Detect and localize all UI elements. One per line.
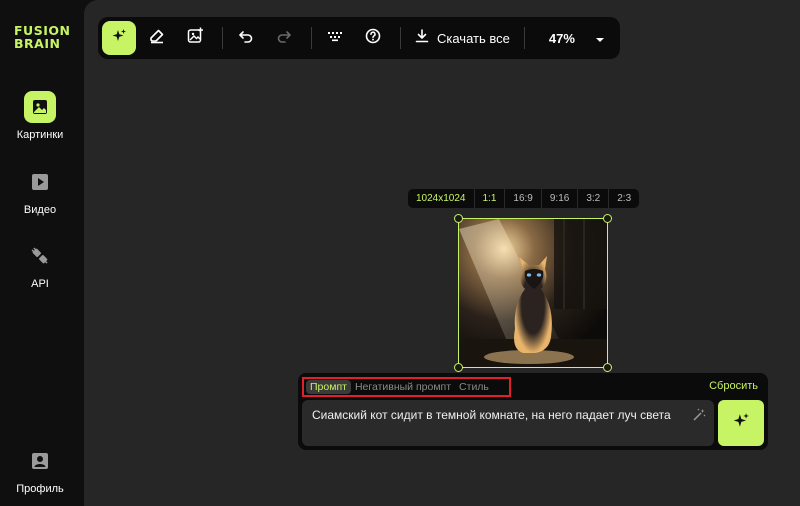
toolbar-divider [222, 27, 223, 49]
tab-negative-prompt[interactable]: Негативный промпт [351, 380, 455, 394]
ratio-16-9[interactable]: 16:9 [505, 189, 542, 208]
image-icon [24, 91, 56, 123]
help-icon [365, 28, 381, 49]
download-icon [415, 28, 429, 48]
resize-handle-top-left[interactable] [454, 214, 463, 223]
ratio-9-16[interactable]: 9:16 [542, 189, 579, 208]
sidebar-item-profile[interactable]: Профиль [0, 445, 80, 495]
keyboard-icon [327, 29, 343, 47]
sidebar-item-api[interactable]: API [0, 240, 80, 290]
zoom-select[interactable]: 47% [531, 21, 613, 55]
plug-icon [24, 240, 56, 272]
redo-icon [276, 28, 292, 49]
reset-button[interactable]: Сбросить [709, 380, 758, 392]
prompt-text: Сиамский кот сидит в темной комнате, на … [312, 408, 671, 422]
sidebar-item-label: API [31, 278, 49, 290]
undo-icon [238, 28, 254, 49]
sidebar-item-video[interactable]: Видео [0, 166, 80, 216]
tab-style[interactable]: Стиль [455, 380, 493, 394]
siamese-cat-image [459, 219, 607, 367]
tab-prompt[interactable]: Промпт [306, 380, 351, 394]
sidebar: FUSION BRAIN Картинки Видео API Профиль [0, 0, 80, 506]
eraser-button[interactable] [140, 21, 174, 55]
ratio-3-2[interactable]: 3:2 [578, 189, 610, 208]
resize-handle-top-right[interactable] [603, 214, 612, 223]
prompt-input[interactable]: Сиамский кот сидит в темной комнате, на … [302, 400, 714, 446]
resize-handle-bottom-left[interactable] [454, 363, 463, 372]
generate-button[interactable] [718, 400, 764, 446]
sidebar-item-label: Видео [23, 204, 57, 216]
aspect-ratio-bar: 1024x1024 1:1 16:9 9:16 3:2 2:3 [408, 189, 640, 208]
add-image-button[interactable] [178, 21, 212, 55]
profile-icon [24, 445, 56, 477]
undo-button[interactable] [229, 21, 263, 55]
redo-button[interactable] [267, 21, 301, 55]
add-image-icon [187, 27, 204, 49]
sparkle-icon [111, 28, 127, 49]
sidebar-item-images[interactable]: Картинки [0, 91, 80, 141]
eraser-icon [149, 28, 165, 49]
toolbar-divider [311, 27, 312, 49]
download-all-button[interactable]: Скачать все [407, 21, 518, 55]
chevron-down-icon [595, 31, 605, 46]
video-icon [24, 166, 56, 198]
magic-wand-icon[interactable] [692, 408, 706, 427]
prompt-panel: Промпт Негативный промпт Стиль Сбросить … [298, 373, 768, 450]
prompt-tabs-highlight: Промпт Негативный промпт Стиль [302, 377, 511, 397]
logo[interactable]: FUSION BRAIN [14, 24, 70, 50]
help-button[interactable] [356, 21, 390, 55]
sidebar-item-label: Картинки [16, 129, 64, 141]
generated-image[interactable] [458, 218, 608, 368]
generate-mode-button[interactable] [102, 21, 136, 55]
sparkle-icon [732, 412, 750, 435]
toolbar-divider [400, 27, 401, 49]
sidebar-item-label: Профиль [16, 483, 64, 495]
zoom-value: 47% [548, 30, 575, 46]
resize-handle-bottom-right[interactable] [603, 363, 612, 372]
ratio-size[interactable]: 1024x1024 [408, 189, 475, 208]
toolbar: Скачать все 47% [98, 17, 620, 59]
download-all-label: Скачать все [437, 30, 510, 46]
logo-line-2: BRAIN [14, 36, 61, 51]
ratio-2-3[interactable]: 2:3 [609, 189, 639, 208]
ratio-1-1[interactable]: 1:1 [475, 189, 506, 208]
keyboard-shortcuts-button[interactable] [318, 21, 352, 55]
toolbar-divider [523, 27, 525, 49]
